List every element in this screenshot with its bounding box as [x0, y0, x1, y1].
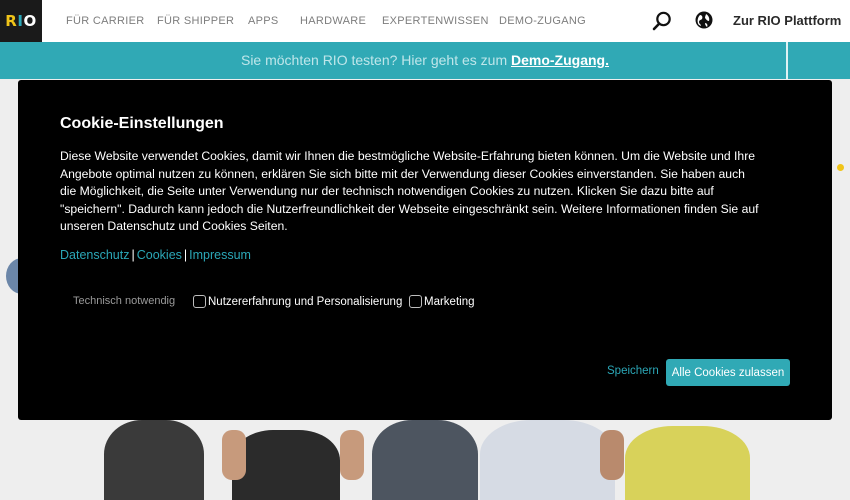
cookie-dialog-title: Cookie-Einstellungen: [60, 115, 224, 132]
hero-arm: [340, 430, 364, 480]
marketing-checkbox[interactable]: [409, 295, 422, 308]
hero-person: [372, 420, 478, 500]
datenschutz-link[interactable]: Datenschutz: [60, 248, 129, 262]
nav-item-fuer-shipper[interactable]: FÜR SHIPPER: [157, 15, 234, 27]
demo-link[interactable]: Demo-Zugang.: [511, 52, 609, 68]
globe-icon[interactable]: [694, 10, 714, 30]
top-navigation: RIO FÜR CARRIER FÜR SHIPPER APPS HARDWAR…: [0, 0, 850, 43]
rio-logo[interactable]: RIO: [0, 0, 42, 42]
save-button[interactable]: Speichern: [607, 365, 659, 377]
banner-text-line: Sie möchten RIO testen? Hier geht es zum…: [0, 52, 850, 68]
hero-arm: [222, 430, 246, 480]
nav-item-fuer-carrier[interactable]: FÜR CARRIER: [66, 15, 144, 27]
option-personalization[interactable]: Nutzererfahrung und Personalisierung: [193, 295, 402, 308]
hero-arm: [600, 430, 624, 480]
nav-item-demo-zugang[interactable]: DEMO-ZUGANG: [499, 15, 586, 27]
side-indicator-dot: [837, 164, 844, 171]
cookie-dialog-links: Datenschutz | Cookies | Impressum: [60, 248, 251, 262]
hero-person: [232, 430, 340, 500]
nav-item-expertenwissen[interactable]: EXPERTENWISSEN: [382, 15, 489, 27]
platform-link[interactable]: Zur RIO Plattform: [733, 13, 841, 28]
cookies-link[interactable]: Cookies: [137, 248, 182, 262]
search-icon[interactable]: [651, 10, 673, 32]
hero-person: [480, 420, 615, 500]
demo-banner: Sie möchten RIO testen? Hier geht es zum…: [0, 42, 850, 79]
personalization-label: Nutzererfahrung und Personalisierung: [208, 295, 403, 308]
hero-person: [104, 420, 204, 500]
link-separator: |: [131, 248, 135, 262]
impressum-link[interactable]: Impressum: [189, 248, 251, 262]
option-technically-required: Technisch notwendig: [73, 295, 176, 307]
banner-divider: [786, 42, 788, 79]
cookie-dialog-text: Diese Website verwendet Cookies, damit w…: [60, 149, 759, 233]
marketing-label: Marketing: [424, 295, 475, 308]
personalization-checkbox[interactable]: [193, 295, 206, 308]
option-marketing[interactable]: Marketing: [409, 295, 475, 308]
nav-item-apps[interactable]: APPS: [248, 15, 279, 27]
banner-text: Sie möchten RIO testen? Hier geht es zum: [240, 52, 508, 68]
nav-item-hardware[interactable]: HARDWARE: [300, 15, 366, 27]
logo-text: RIO: [5, 12, 37, 30]
cookie-settings-dialog: Cookie-Einstellungen Diese Website verwe…: [18, 80, 832, 420]
hero-person: [625, 426, 750, 500]
accept-all-cookies-button[interactable]: Alle Cookies zulassen: [666, 359, 790, 386]
